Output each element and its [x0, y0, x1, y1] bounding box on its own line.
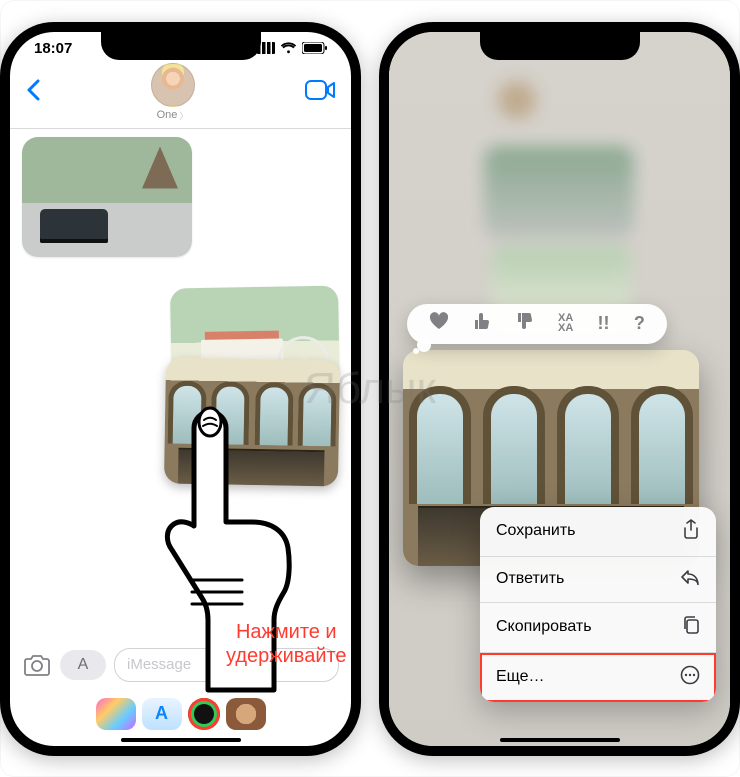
tapback-thumbs-down[interactable] [516, 312, 534, 335]
app-dock: A [10, 692, 351, 736]
status-time: 18:07 [34, 40, 72, 57]
battery-icon [302, 42, 327, 54]
hint-label: Нажмите иудерживайте [226, 620, 347, 668]
menu-reply[interactable]: Ответить [480, 557, 716, 603]
menu-copy[interactable]: Скопировать [480, 603, 716, 653]
tapback-question[interactable]: ? [634, 313, 645, 334]
home-indicator[interactable] [121, 738, 241, 742]
camera-button[interactable] [22, 650, 52, 680]
menu-save[interactable]: Сохранить [480, 507, 716, 557]
contact-name: One [157, 109, 178, 121]
avatar [151, 63, 195, 107]
nav-bar: One〉 [10, 59, 351, 129]
chevron-right-icon: 〉 [179, 109, 188, 122]
home-indicator[interactable] [500, 738, 620, 742]
tapback-thumbs-up[interactable] [473, 312, 491, 335]
context-menu: Сохранить Ответить Скопировать [480, 507, 716, 702]
reply-icon [680, 569, 700, 590]
tapback-heart[interactable] [429, 312, 449, 335]
contact-header[interactable]: One〉 [151, 63, 195, 122]
message-thread[interactable] [10, 129, 351, 689]
phone-right: XA XA !! ? Сохранить Ответить [379, 22, 740, 756]
more-icon [680, 665, 700, 690]
outgoing-photo-3[interactable] [164, 357, 340, 486]
facetime-button[interactable] [305, 80, 335, 105]
wifi-icon [280, 42, 297, 54]
dock-fitness[interactable] [188, 698, 220, 730]
share-icon [682, 519, 700, 544]
menu-save-label: Сохранить [496, 522, 576, 540]
dock-memoji[interactable] [226, 698, 266, 730]
menu-more[interactable]: Еще… [480, 653, 716, 702]
app-store-button[interactable]: A [60, 650, 106, 680]
tapback-emphasis[interactable]: !! [598, 313, 610, 334]
dock-appstore[interactable]: A [142, 698, 182, 730]
back-button[interactable] [26, 76, 40, 108]
outgoing-photo-stack[interactable] [171, 287, 339, 485]
copy-icon [682, 615, 700, 640]
notch [480, 32, 640, 60]
menu-copy-label: Скопировать [496, 618, 592, 636]
incoming-photo-1[interactable] [22, 137, 192, 257]
dock-photos[interactable] [96, 698, 136, 730]
tapback-haha[interactable]: XA XA [558, 314, 573, 334]
notch [101, 32, 261, 60]
tapback-bar: XA XA !! ? [407, 304, 667, 344]
screen-right: XA XA !! ? Сохранить Ответить [389, 32, 730, 746]
menu-reply-label: Ответить [496, 570, 564, 588]
menu-more-label: Еще… [496, 668, 545, 686]
